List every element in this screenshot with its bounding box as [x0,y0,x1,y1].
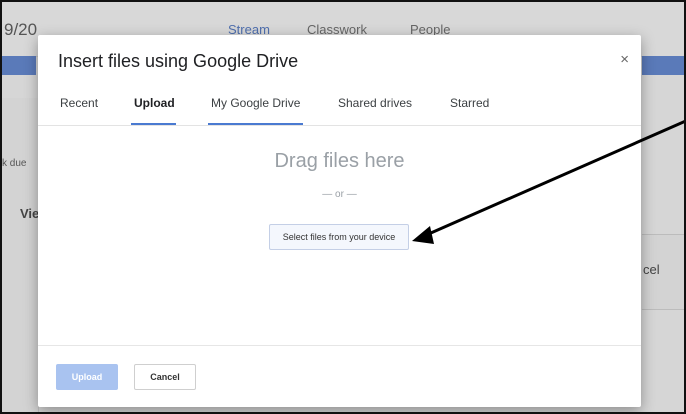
annotation-arrow [412,120,684,244]
screenshot-frame: 9/20 Stream Classwork People k due Vie c… [0,0,686,414]
annotation-arrow-line [423,120,684,238]
annotation-arrow-head [412,226,434,244]
